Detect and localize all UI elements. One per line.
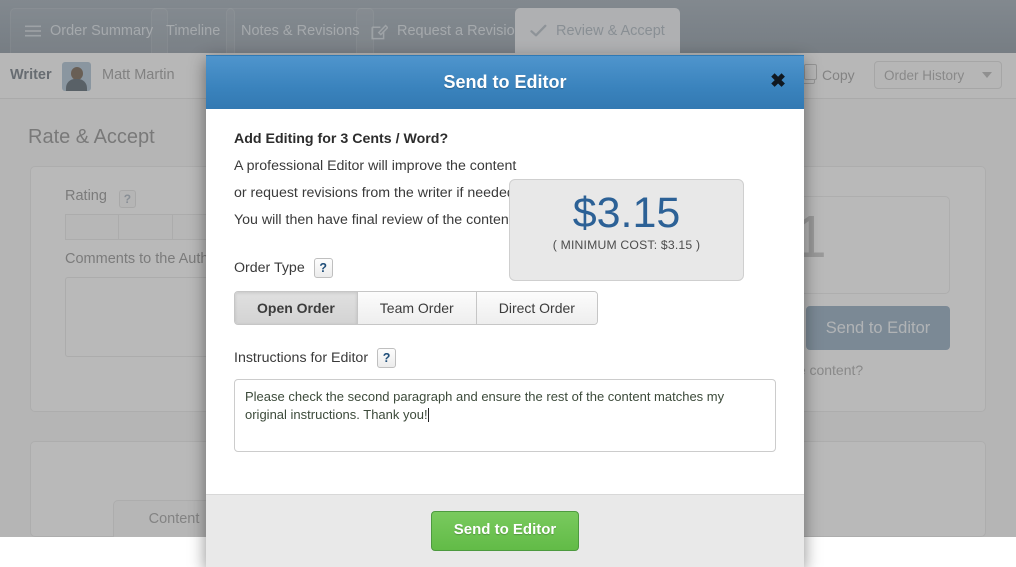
close-icon[interactable]: ✖ — [770, 72, 786, 91]
order-type-segmented-control: Open Order Team Order Direct Order — [234, 291, 598, 325]
price-box: $3.15 ( MINIMUM COST: $3.15 ) — [509, 179, 744, 281]
send-to-editor-button[interactable]: Send to Editor — [431, 511, 580, 551]
send-to-editor-modal: Send to Editor ✖ Add Editing for 3 Cents… — [206, 55, 804, 567]
modal-footer: Send to Editor — [206, 494, 804, 567]
price-amount: $3.15 — [510, 189, 743, 238]
text-cursor — [428, 408, 429, 422]
modal-body: Add Editing for 3 Cents / Word? A profes… — [206, 109, 804, 494]
order-type-help-icon[interactable]: ? — [314, 258, 333, 278]
blurb-heading: Add Editing for 3 Cents / Word? — [234, 131, 776, 147]
order-type-option-direct[interactable]: Direct Order — [477, 292, 597, 324]
price-minimum: ( MINIMUM COST: $3.15 ) — [510, 238, 743, 252]
instructions-label: Instructions for Editor ? — [234, 348, 776, 368]
modal-title: Send to Editor — [444, 72, 567, 93]
instructions-textarea[interactable]: Please check the second paragraph and en… — [234, 379, 776, 452]
order-type-option-open[interactable]: Open Order — [235, 292, 358, 324]
modal-header: Send to Editor ✖ — [206, 55, 804, 109]
instructions-help-icon[interactable]: ? — [377, 348, 396, 368]
instructions-field: Instructions for Editor ? Please check t… — [234, 348, 776, 452]
blurb-line-1: A professional Editor will improve the c… — [234, 158, 776, 174]
instructions-value: Please check the second paragraph and en… — [245, 389, 724, 422]
order-type-option-team[interactable]: Team Order — [358, 292, 477, 324]
